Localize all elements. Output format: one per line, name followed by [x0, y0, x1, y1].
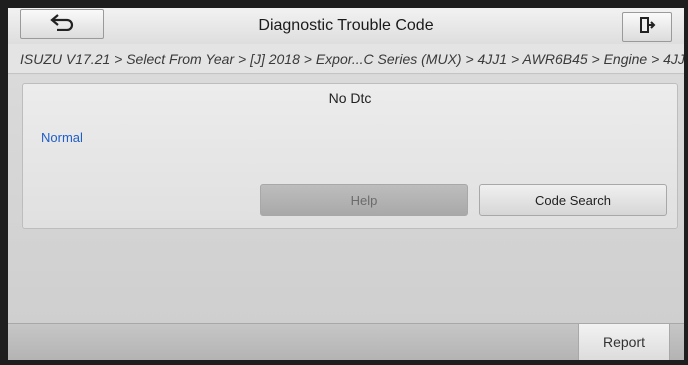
exit-button[interactable]: [622, 12, 672, 42]
diagnostic-screen: Diagnostic Trouble Code ISUZU V17.21 > S…: [8, 8, 684, 360]
back-button[interactable]: [20, 9, 104, 39]
page-title: Diagnostic Trouble Code: [258, 17, 434, 34]
dtc-result-card: No Dtc Normal Help Code Search: [22, 83, 678, 229]
help-button[interactable]: Help: [260, 184, 468, 216]
content-area: No Dtc Normal Help Code Search: [8, 75, 684, 323]
result-heading: No Dtc: [328, 90, 372, 106]
code-search-button[interactable]: Code Search: [479, 184, 667, 216]
breadcrumb: ISUZU V17.21 > Select From Year > [J] 20…: [8, 44, 684, 74]
bottom-toolbar: Report: [8, 323, 684, 360]
title-bar: Diagnostic Trouble Code: [8, 8, 684, 44]
exit-door-icon: [638, 16, 656, 39]
back-arrow-icon: [49, 13, 75, 36]
report-button[interactable]: Report: [578, 324, 670, 360]
system-status: Normal: [41, 130, 83, 145]
